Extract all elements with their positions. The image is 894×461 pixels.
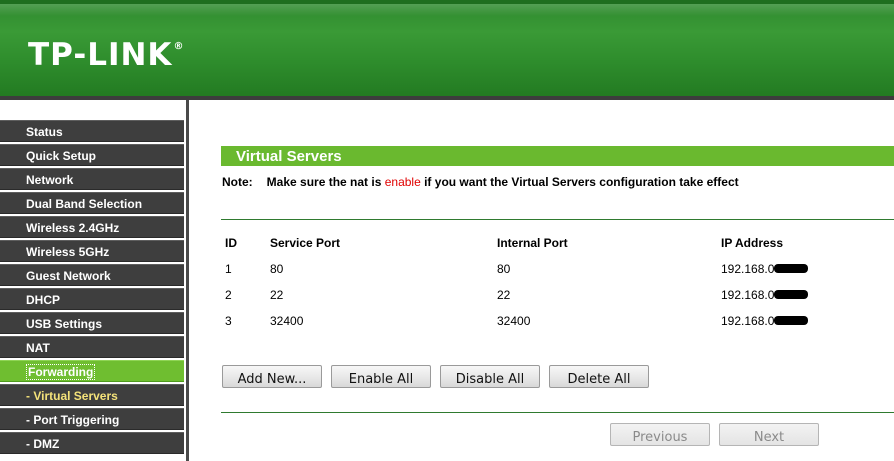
note-before: Make sure the nat is bbox=[266, 175, 385, 189]
main-content: Virtual Servers Note: Make sure the nat i… bbox=[189, 100, 894, 461]
note-text: Note: Make sure the nat is enable if you … bbox=[222, 175, 739, 189]
sidebar-item-virtual-servers[interactable]: - Virtual Servers bbox=[0, 384, 184, 406]
add-new-button[interactable]: Add New... bbox=[222, 365, 322, 388]
redaction-mark bbox=[774, 264, 809, 274]
table-cell-id: 1 bbox=[225, 262, 232, 276]
note-after: if you want the Virtual Servers configur… bbox=[420, 175, 739, 189]
page-title: Virtual Servers bbox=[221, 146, 894, 166]
table-header-internal-port: Internal Port bbox=[497, 236, 568, 250]
table-cell-service-port: 80 bbox=[270, 262, 284, 276]
tp-link-logo: TP-LINK® bbox=[28, 37, 185, 73]
table-cell-internal-port: 32400 bbox=[497, 314, 531, 328]
sidebar-item-dmz[interactable]: - DMZ bbox=[0, 432, 184, 454]
header-banner: TP-LINK® bbox=[0, 0, 894, 96]
previous-button[interactable]: Previous bbox=[610, 423, 710, 446]
sidebar-item-nat[interactable]: NAT bbox=[0, 336, 184, 358]
sidebar-item-forwarding[interactable]: Forwarding bbox=[0, 360, 184, 382]
table-cell-internal-port: 22 bbox=[497, 288, 511, 302]
divider-top bbox=[221, 219, 894, 220]
table-cell-service-port: 32400 bbox=[270, 314, 304, 328]
table-cell-ip: 192.168.0 bbox=[721, 288, 809, 302]
sidebar-item-wireless-2-4ghz[interactable]: Wireless 2.4GHz bbox=[0, 216, 184, 238]
table-cell-service-port: 22 bbox=[270, 288, 284, 302]
disable-all-button[interactable]: Disable All bbox=[440, 365, 540, 388]
sidebar-item-status[interactable]: Status bbox=[0, 120, 184, 142]
sidebar-item-port-triggering[interactable]: - Port Triggering bbox=[0, 408, 184, 430]
sidebar-item-quick-setup[interactable]: Quick Setup bbox=[0, 144, 184, 166]
table-cell-ip: 192.168.0 bbox=[721, 314, 809, 328]
redaction-mark bbox=[774, 290, 809, 300]
note-label: Note: bbox=[222, 175, 253, 189]
redaction-mark bbox=[774, 316, 809, 326]
table-cell-internal-port: 80 bbox=[497, 262, 511, 276]
sidebar-nav: Status Quick Setup Network Dual Band Sel… bbox=[0, 100, 186, 461]
delete-all-button[interactable]: Delete All bbox=[549, 365, 649, 388]
sidebar-item-guest-network[interactable]: Guest Network bbox=[0, 264, 184, 286]
sidebar-item-dual-band-selection[interactable]: Dual Band Selection bbox=[0, 192, 184, 214]
table-cell-id: 2 bbox=[225, 288, 232, 302]
table-cell-ip: 192.168.0 bbox=[721, 262, 809, 276]
sidebar-item-usb-settings[interactable]: USB Settings bbox=[0, 312, 184, 334]
table-cell-id: 3 bbox=[225, 314, 232, 328]
next-button[interactable]: Next bbox=[719, 423, 819, 446]
sidebar-item-dhcp[interactable]: DHCP bbox=[0, 288, 184, 310]
note-highlight: enable bbox=[384, 175, 421, 189]
table-header-id: ID bbox=[225, 236, 237, 250]
enable-all-button[interactable]: Enable All bbox=[331, 365, 431, 388]
sidebar-item-wireless-5ghz[interactable]: Wireless 5GHz bbox=[0, 240, 184, 262]
table-header-ip-address: IP Address bbox=[721, 236, 784, 250]
sidebar-item-network[interactable]: Network bbox=[0, 168, 184, 190]
header-shine bbox=[0, 4, 894, 16]
table-header-service-port: Service Port bbox=[270, 236, 341, 250]
divider-bottom bbox=[221, 412, 894, 413]
